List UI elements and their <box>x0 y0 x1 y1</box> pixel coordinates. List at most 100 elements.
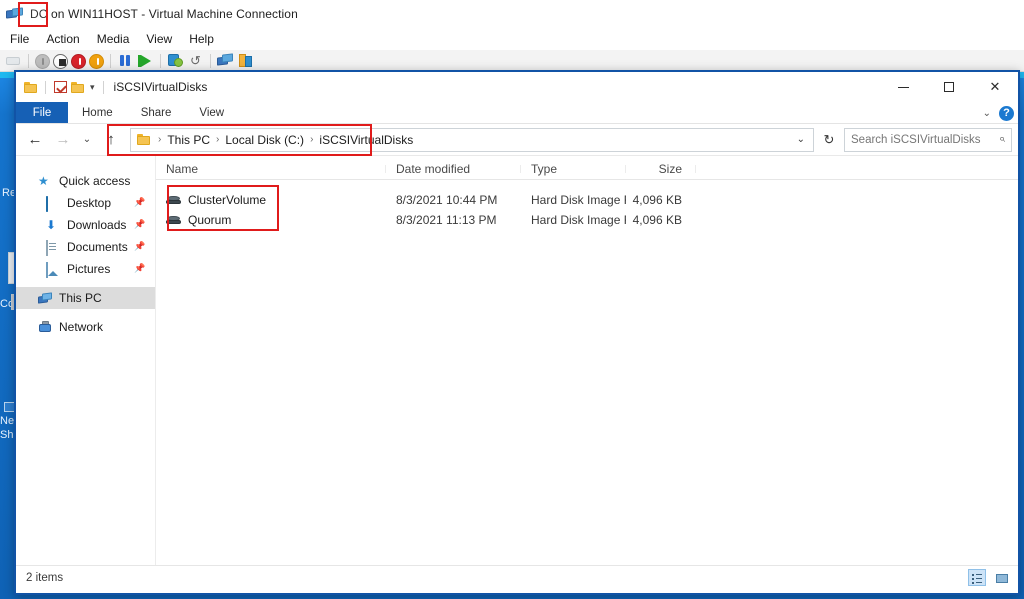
sidebar-item-network[interactable]: Network <box>16 316 155 338</box>
window-controls: ✕ <box>880 72 1018 102</box>
file-list: Name Date modified Type Size ClusterVolu… <box>156 156 1018 565</box>
sidebar-item-label: Network <box>59 320 104 334</box>
turn-off-icon[interactable] <box>53 53 68 69</box>
qat-customize-chevron-icon[interactable]: ▾ <box>90 82 95 93</box>
file-size-cell: 4,096 KB <box>632 213 682 227</box>
qat-folder-icon[interactable] <box>24 81 37 93</box>
search-box[interactable]: Search iSCSIVirtualDisks ⌕ <box>844 127 1012 152</box>
ribbon-tabs: File Home Share View ⌄ ? <box>16 102 1018 124</box>
column-header-name[interactable]: Name <box>156 162 386 176</box>
pin-icon[interactable]: 📌 <box>134 220 145 229</box>
qat-properties-icon[interactable] <box>54 81 67 93</box>
search-input[interactable]: Search iSCSIVirtualDisks <box>851 134 995 146</box>
pin-icon[interactable]: 📌 <box>134 198 145 207</box>
back-button[interactable]: ← <box>22 127 48 153</box>
column-headers: Name Date modified Type Size <box>156 156 1018 180</box>
sidebar-item-quick-access[interactable]: ★ Quick access <box>16 170 155 192</box>
vmconnect-title-rest: on WIN11HOST - Virtual Machine Connectio… <box>47 7 298 21</box>
breadcrumb-item-this-pc[interactable]: This PC <box>167 133 210 147</box>
close-button[interactable]: ✕ <box>972 72 1018 102</box>
table-row[interactable]: Quorum 8/3/2021 11:13 PM Hard Disk Image… <box>156 210 1018 230</box>
tab-share[interactable]: Share <box>127 102 186 123</box>
sidebar-item-pictures[interactable]: Pictures 📌 <box>16 258 155 280</box>
desktop-icon <box>46 195 60 212</box>
pictures-icon <box>46 261 60 278</box>
virtual-hard-disk-icon <box>166 195 181 205</box>
large-icons-view-button[interactable] <box>992 569 1010 586</box>
sidebar-item-label: Desktop <box>67 196 112 210</box>
qat-separator <box>45 80 46 94</box>
vmconnect-menubar: File Action Media View Help <box>0 28 1024 50</box>
sidebar-item-desktop[interactable]: Desktop 📌 <box>16 192 155 214</box>
address-bar: ← → ⌄ ↑ › This PC › Local Disk (C:) › iS… <box>16 124 1018 156</box>
quick-access-toolbar: ▾ <box>24 80 95 94</box>
checkpoint-icon[interactable] <box>167 52 184 69</box>
toolbar-separator <box>210 53 211 68</box>
column-header-size[interactable]: Size <box>626 162 696 176</box>
breadcrumb-item-iscsivirtualdisks[interactable]: iSCSIVirtualDisks <box>319 133 413 147</box>
sidebar-item-label: Quick access <box>59 174 131 188</box>
titlebar-divider <box>102 80 104 94</box>
ctrl-alt-delete-icon <box>5 52 22 69</box>
pause-icon[interactable] <box>117 52 134 69</box>
revert-icon[interactable]: ↺ <box>187 52 204 69</box>
menu-media[interactable]: Media <box>97 32 130 46</box>
tab-file[interactable]: File <box>16 102 68 123</box>
column-header-type[interactable]: Type <box>521 162 626 176</box>
refresh-button[interactable]: ↻ <box>816 127 842 153</box>
up-button[interactable]: ↑ <box>98 127 124 153</box>
sidebar-item-this-pc[interactable]: This PC <box>16 287 155 309</box>
item-count-label: 2 items <box>26 571 64 584</box>
start-icon[interactable] <box>35 53 50 69</box>
qat-new-folder-icon[interactable] <box>71 81 84 93</box>
documents-icon <box>46 239 60 256</box>
menu-view[interactable]: View <box>146 32 172 46</box>
star-icon: ★ <box>38 173 49 188</box>
file-type-cell: Hard Disk Image F... <box>531 213 626 227</box>
sidebar-item-label: This PC <box>59 291 102 305</box>
enhanced-session-icon[interactable] <box>217 52 234 69</box>
save-icon[interactable] <box>89 53 104 69</box>
breadcrumb[interactable]: › This PC › Local Disk (C:) › iSCSIVirtu… <box>130 127 814 152</box>
maximize-button[interactable] <box>926 72 972 102</box>
ribbon-collapse-chevron-icon[interactable]: ⌄ <box>983 108 991 119</box>
menu-help[interactable]: Help <box>189 32 214 46</box>
file-name-cell[interactable]: ClusterVolume <box>156 193 386 207</box>
navigation-pane: ★ Quick access Desktop 📌 ⬇ Downloads 📌 D… <box>16 156 156 565</box>
column-header-date-modified[interactable]: Date modified <box>386 162 521 176</box>
file-name-cell[interactable]: Quorum <box>156 213 386 227</box>
menu-file[interactable]: File <box>10 32 29 46</box>
details-view-button[interactable] <box>968 569 986 586</box>
settings-icon[interactable] <box>237 52 254 69</box>
this-pc-icon <box>38 291 52 305</box>
file-type-cell: Hard Disk Image F... <box>531 193 626 207</box>
virtual-hard-disk-icon <box>166 215 181 225</box>
menu-action[interactable]: Action <box>46 32 79 46</box>
breadcrumb-separator: › <box>310 134 314 145</box>
breadcrumb-separator: › <box>158 134 162 145</box>
shut-down-icon[interactable] <box>71 53 86 69</box>
toolbar-separator <box>110 53 111 68</box>
file-name-label: Quorum <box>188 213 232 227</box>
explorer-body: ★ Quick access Desktop 📌 ⬇ Downloads 📌 D… <box>16 156 1018 565</box>
breadcrumb-history-chevron-icon[interactable]: ⌄ <box>797 134 807 145</box>
explorer-titlebar: ▾ iSCSIVirtualDisks ✕ <box>16 72 1018 102</box>
tab-home[interactable]: Home <box>68 102 127 123</box>
tab-view[interactable]: View <box>185 102 238 123</box>
breadcrumb-item-local-disk[interactable]: Local Disk (C:) <box>225 133 304 147</box>
table-row[interactable]: ClusterVolume 8/3/2021 10:44 PM Hard Dis… <box>156 190 1018 210</box>
sidebar-item-documents[interactable]: Documents 📌 <box>16 236 155 258</box>
vmconnect-toolbar: ↺ <box>0 50 1024 72</box>
resume-icon[interactable] <box>137 52 154 69</box>
help-icon[interactable]: ? <box>999 105 1014 121</box>
recent-locations-button[interactable]: ⌄ <box>78 127 96 153</box>
vmconnect-titlebar: DC on WIN11HOST - Virtual Machine Connec… <box>0 0 1024 28</box>
pin-icon[interactable]: 📌 <box>134 242 145 251</box>
vmconnect-title: DC on WIN11HOST - Virtual Machine Connec… <box>30 7 298 21</box>
sidebar-item-downloads[interactable]: ⬇ Downloads 📌 <box>16 214 155 236</box>
screen: Re Cor Net Sha DC on WIN11HOST - Virtual… <box>0 0 1024 599</box>
minimize-button[interactable] <box>880 72 926 102</box>
sidebar-item-label: Downloads <box>67 218 127 232</box>
forward-button[interactable]: → <box>50 127 76 153</box>
pin-icon[interactable]: 📌 <box>134 264 145 273</box>
